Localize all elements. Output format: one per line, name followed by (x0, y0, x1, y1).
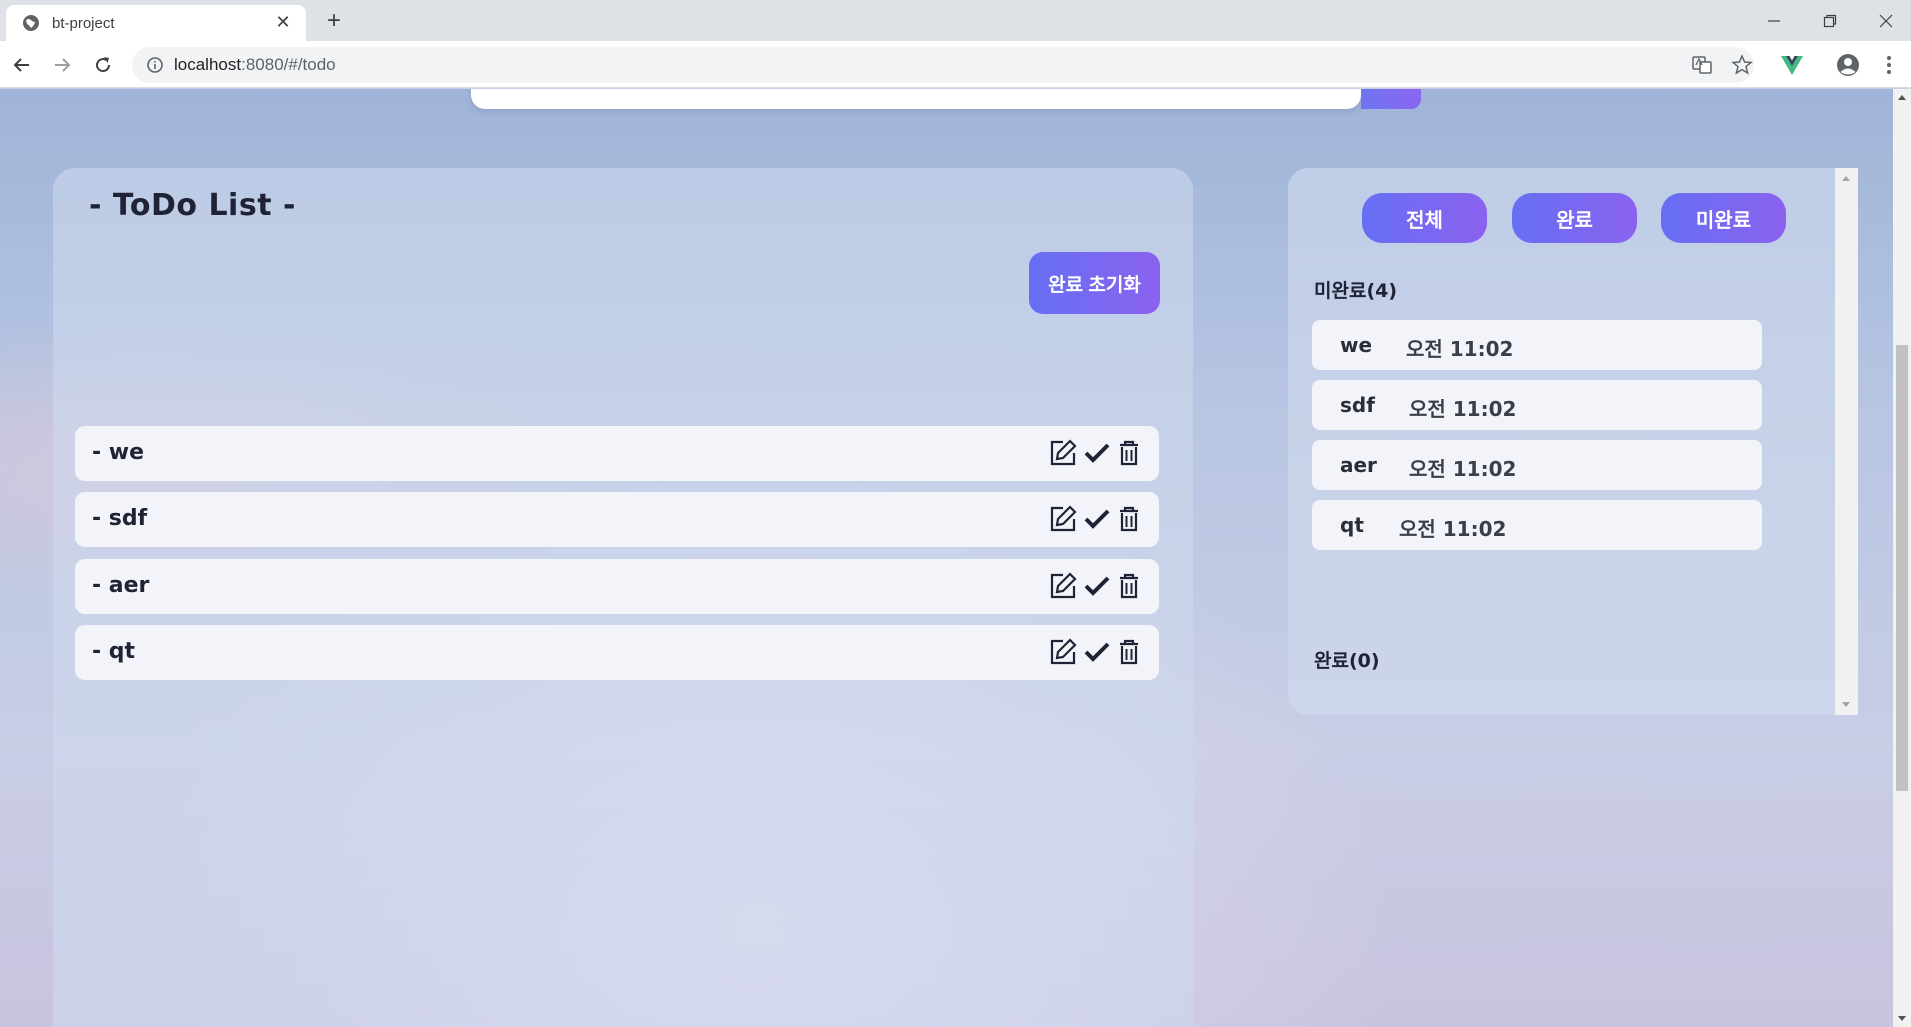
close-window-icon[interactable] (1858, 0, 1911, 41)
check-icon[interactable] (1082, 438, 1112, 468)
list-item: we 오전 11:02 (1312, 320, 1762, 370)
edit-icon[interactable] (1048, 571, 1078, 601)
filter-panel-scrollbar[interactable] (1835, 168, 1858, 715)
trash-icon[interactable] (1114, 438, 1144, 468)
forward-arrow-icon[interactable] (46, 49, 78, 81)
bookmark-star-icon[interactable] (1726, 47, 1758, 83)
check-icon[interactable] (1082, 637, 1112, 667)
trash-icon[interactable] (1114, 571, 1144, 601)
address-bar[interactable]: localhost:8080/#/todo (132, 47, 1754, 83)
list-item-time: 오전 11:02 (1406, 337, 1514, 361)
browser-tab[interactable]: bt-project ✕ (6, 5, 306, 41)
vue-devtools-icon[interactable] (1776, 47, 1808, 83)
todo-item-text: - we (92, 440, 145, 465)
list-item: qt 오전 11:02 (1312, 500, 1762, 550)
list-item-time: 오전 11:02 (1409, 457, 1517, 481)
todo-input[interactable] (471, 89, 1361, 109)
tab-title: bt-project (52, 14, 115, 32)
list-item: aer 오전 11:02 (1312, 440, 1762, 490)
scroll-up-arrow-icon[interactable] (1898, 95, 1906, 100)
profile-avatar-icon[interactable] (1832, 47, 1864, 83)
new-tab-button[interactable]: + (320, 8, 348, 36)
todo-list-panel: - ToDo List - 완료 초기화 - we - sdf - aer - … (53, 168, 1193, 1027)
check-icon[interactable] (1082, 504, 1112, 534)
page-scrollbar[interactable] (1893, 89, 1911, 1027)
reset-completed-button[interactable]: 완료 초기화 (1029, 252, 1160, 314)
list-item-text: aer (1340, 453, 1377, 477)
reload-icon[interactable] (87, 49, 119, 81)
trash-icon[interactable] (1114, 637, 1144, 667)
todo-item: - we (75, 426, 1159, 481)
scroll-up-arrow-icon[interactable] (1842, 176, 1850, 181)
list-item-text: qt (1340, 513, 1364, 537)
trash-icon[interactable] (1114, 504, 1144, 534)
minimize-icon[interactable] (1746, 0, 1802, 41)
todo-item: - aer (75, 559, 1159, 614)
back-arrow-icon[interactable] (6, 49, 38, 81)
incomplete-section-label: 미완료(4) (1314, 280, 1398, 302)
list-item-time: 오전 11:02 (1409, 397, 1517, 421)
check-icon[interactable] (1082, 571, 1112, 601)
translate-icon[interactable] (1686, 47, 1718, 83)
menu-kebab-icon[interactable] (1873, 47, 1905, 83)
list-item-text: sdf (1340, 393, 1375, 417)
list-item-text: we (1340, 333, 1373, 357)
scroll-down-arrow-icon[interactable] (1898, 1016, 1906, 1021)
globe-icon (23, 15, 39, 31)
info-icon[interactable] (146, 56, 164, 74)
list-item-time: 오전 11:02 (1399, 517, 1507, 541)
close-tab-icon[interactable]: ✕ (272, 12, 294, 34)
todo-item: - qt (75, 625, 1159, 680)
filter-incomplete-button[interactable]: 미완료 (1661, 193, 1786, 243)
edit-icon[interactable] (1048, 438, 1078, 468)
url-text: localhost:8080/#/todo (174, 55, 336, 75)
scroll-down-arrow-icon[interactable] (1842, 702, 1850, 707)
filter-complete-button[interactable]: 완료 (1512, 193, 1637, 243)
edit-icon[interactable] (1048, 504, 1078, 534)
complete-section-label: 완료(0) (1314, 650, 1380, 672)
edit-icon[interactable] (1048, 637, 1078, 667)
browser-toolbar: localhost:8080/#/todo (0, 41, 1911, 88)
scrollbar-thumb[interactable] (1896, 345, 1908, 791)
filter-panel: 전체 완료 미완료 미완료(4) we 오전 11:02 sdf 오전 11:0… (1288, 168, 1858, 715)
restore-icon[interactable] (1802, 0, 1858, 41)
browser-tab-bar: bt-project ✕ + (0, 0, 1911, 41)
todo-item-text: - qt (92, 639, 136, 664)
list-item: sdf 오전 11:02 (1312, 380, 1762, 430)
filter-all-button[interactable]: 전체 (1362, 193, 1487, 243)
url-path: :8080/#/todo (241, 55, 336, 74)
url-host: localhost (174, 55, 242, 74)
todo-item: - sdf (75, 492, 1159, 547)
page-viewport: - ToDo List - 완료 초기화 - we - sdf - aer - … (0, 89, 1893, 1027)
todo-item-text: - sdf (92, 506, 148, 531)
panel-title: - ToDo List - (89, 188, 296, 223)
add-todo-button[interactable] (1361, 89, 1421, 109)
todo-item-text: - aer (92, 573, 150, 598)
